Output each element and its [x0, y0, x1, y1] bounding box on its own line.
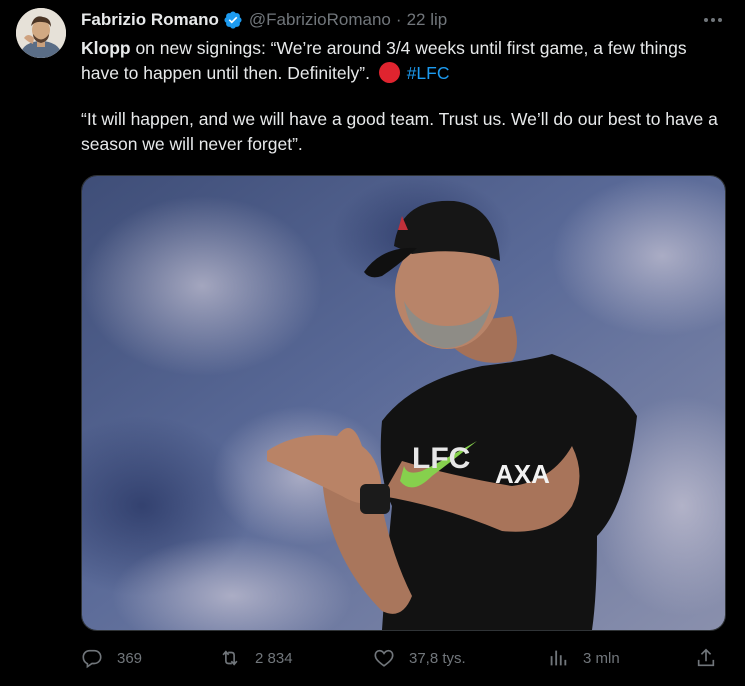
tweet-date[interactable]: 22 lip	[407, 10, 448, 30]
red-circle-emoji-icon	[378, 61, 400, 83]
views-button[interactable]: 3 mln	[547, 644, 620, 672]
tweet-photo[interactable]: LFC AXA	[81, 175, 726, 631]
avatar-image	[16, 8, 66, 58]
reply-icon	[82, 649, 102, 669]
tweet-paragraph-1: Klopp on new signings: “We’re around 3/4…	[81, 36, 726, 85]
share-button[interactable]	[695, 644, 731, 672]
reply-count: 369	[117, 649, 143, 667]
tweet-actions-bar: 369 2 834 37,8 tys. 3 mln	[81, 644, 721, 672]
author-name[interactable]: Fabrizio Romano	[81, 10, 219, 30]
like-count: 37,8 tys.	[409, 649, 466, 667]
tweet[interactable]: Fabrizio Romano @FabrizioRomano · 22 lip…	[0, 0, 745, 686]
bold-name: Klopp	[81, 38, 131, 58]
avatar[interactable]	[16, 8, 66, 58]
retweet-count: 2 834	[255, 649, 293, 667]
author-handle[interactable]: @FabrizioRomano	[249, 10, 391, 30]
jersey-sponsor-text: AXA	[495, 459, 550, 489]
tweet-paragraph-2: “It will happen, and we will have a good…	[81, 109, 718, 154]
retweet-icon	[222, 650, 238, 666]
share-icon	[697, 648, 715, 667]
view-count: 3 mln	[583, 649, 620, 667]
tweet-header: Fabrizio Romano @FabrizioRomano · 22 lip	[81, 8, 447, 32]
hashtag-link[interactable]: #LFC	[407, 63, 450, 83]
verified-badge-icon[interactable]	[223, 10, 243, 30]
retweet-button[interactable]: 2 834	[219, 644, 293, 672]
tweet-text: Klopp on new signings: “We’re around 3/4…	[81, 36, 726, 156]
photo-illustration: LFC AXA	[82, 176, 725, 630]
reply-button[interactable]: 369	[81, 644, 142, 672]
like-button[interactable]: 37,8 tys.	[373, 644, 466, 672]
heart-icon	[374, 649, 394, 667]
analytics-icon	[550, 650, 567, 666]
jersey-lfc-text: LFC	[412, 442, 470, 475]
separator-dot: ·	[395, 10, 402, 29]
more-options-icon[interactable]	[701, 8, 725, 32]
